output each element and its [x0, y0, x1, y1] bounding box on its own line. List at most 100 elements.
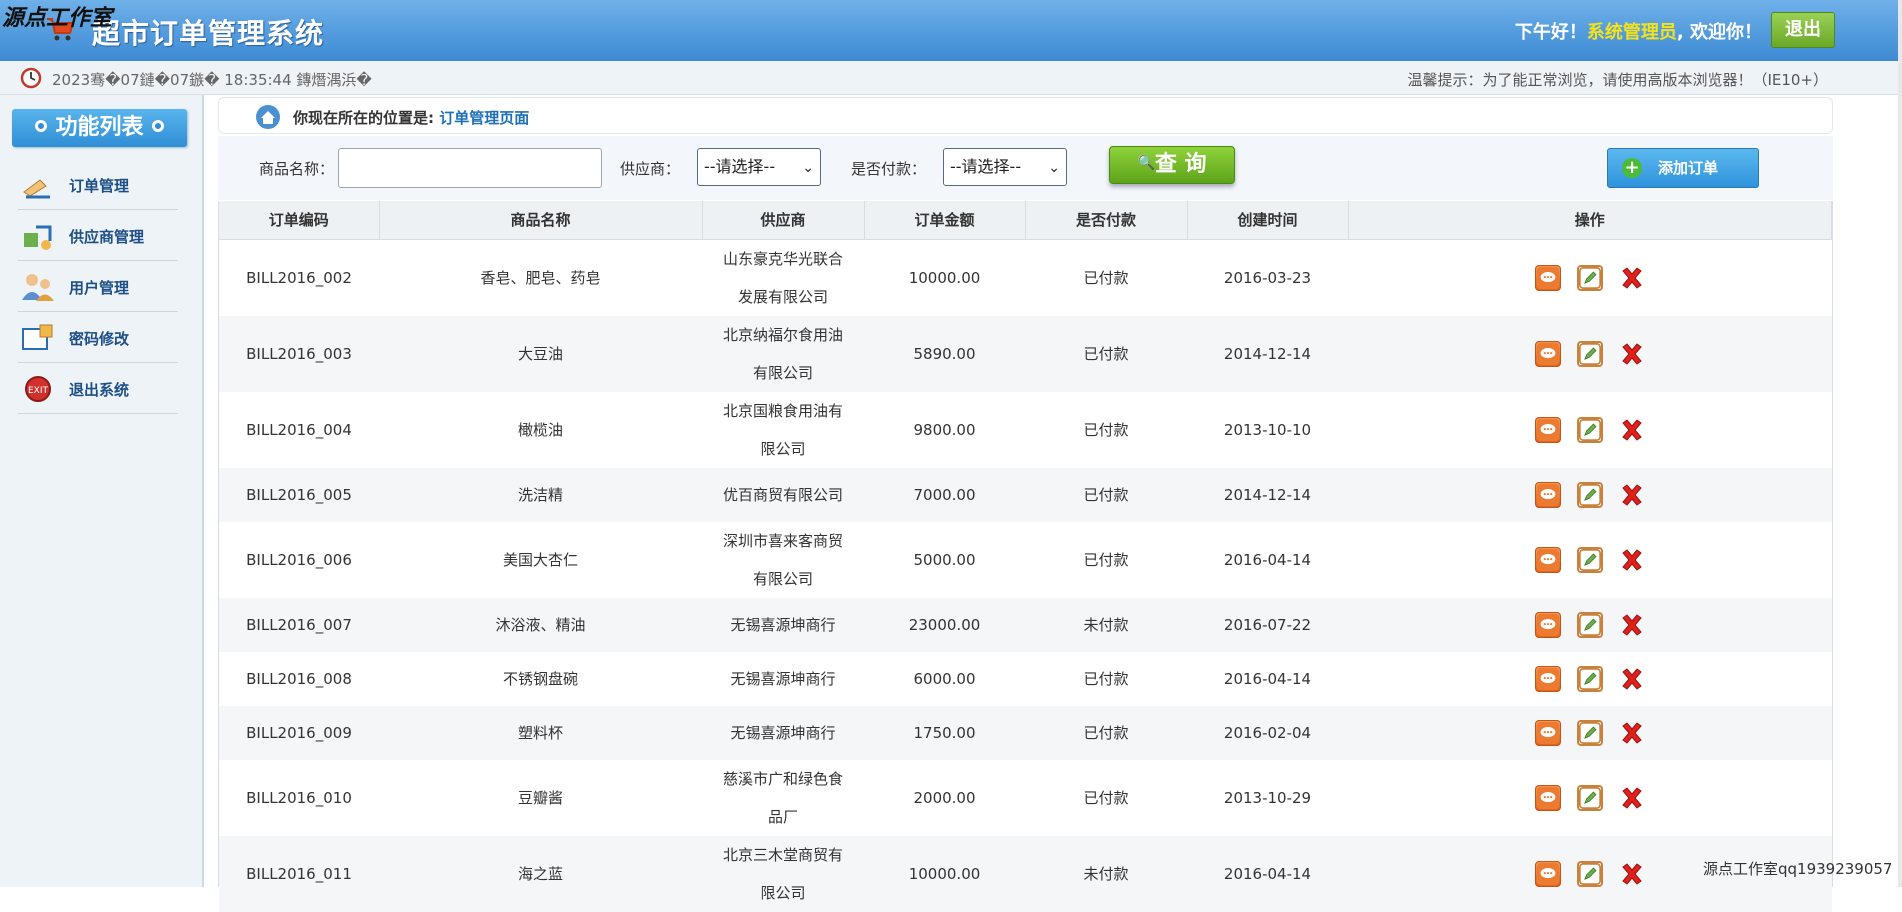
delete-icon[interactable]: [1619, 861, 1645, 887]
view-icon[interactable]: [1534, 546, 1561, 573]
edit-icon[interactable]: [1576, 665, 1603, 692]
svg-text:EXIT: EXIT: [28, 386, 49, 396]
table-header-row: 订单编码 商品名称 供应商 订单金额 是否付款 创建时间 操作: [219, 201, 1832, 240]
cell-paid: 已付款: [1083, 421, 1129, 439]
breadcrumb-current[interactable]: 订单管理页面: [439, 109, 529, 127]
table-row: BILL2016_005 洗洁精 优百商贸有限公司 7000.00 已付款 2014-12…: [219, 467, 1832, 522]
app-header: 超市订单管理系统 源点工作室 下午好！系统管理员, 欢迎你！ 退出: [0, 0, 1902, 61]
delete-icon[interactable]: [1619, 547, 1645, 573]
sidebar-item-orders[interactable]: 订单管理: [18, 159, 178, 210]
cell-paid: 已付款: [1083, 670, 1129, 688]
sidebar-item-suppliers[interactable]: 供应商管理: [18, 210, 178, 261]
view-icon[interactable]: [1534, 719, 1561, 746]
col-header-amount[interactable]: 订单金额: [864, 201, 1026, 240]
table-row: BILL2016_009 塑料杯 无锡喜源坤商行 1750.00 已付款 2016-02-…: [219, 705, 1832, 760]
delete-icon[interactable]: [1619, 666, 1645, 692]
view-icon[interactable]: [1534, 481, 1561, 508]
plus-icon: +: [1622, 158, 1642, 178]
cell-product: 豆瓣酱: [517, 789, 563, 807]
cell-supplier: 无锡喜源坤商行: [730, 669, 836, 688]
table-row: BILL2016_006 美国大杏仁 深圳市喜来客商贸有限公司 5000.00 已付款 2…: [219, 522, 1832, 598]
delete-icon[interactable]: [1619, 482, 1645, 508]
cell-code: BILL2016_003: [219, 315, 379, 392]
add-order-button[interactable]: + 添加订单: [1607, 148, 1759, 188]
cell-paid: 已付款: [1025, 315, 1187, 392]
view-icon[interactable]: [1534, 860, 1561, 887]
scrollbar[interactable]: [1898, 0, 1902, 887]
paid-select[interactable]: --请选择-- ⌄: [943, 148, 1067, 186]
cell-product: 海之蓝: [379, 835, 702, 912]
sidebar-item-users[interactable]: 用户管理: [18, 261, 178, 312]
col-header-product[interactable]: 商品名称: [379, 201, 703, 240]
col-header-date[interactable]: 创建时间: [1187, 201, 1349, 240]
supplier-select[interactable]: --请选择-- ⌄: [697, 148, 821, 186]
cell-paid: 已付款: [1083, 269, 1129, 287]
home-icon: [256, 105, 280, 129]
cell-supplier: 无锡喜源坤商行: [702, 705, 864, 760]
query-button-label: 查 询: [1154, 152, 1207, 177]
col-header-code[interactable]: 订单编码: [219, 201, 380, 240]
product-name-input[interactable]: [338, 148, 602, 188]
query-button[interactable]: 🔍查 询: [1109, 146, 1235, 184]
footer-watermark: 源点工作室qq1939239057: [1703, 860, 1893, 878]
cell-supplier: 北京三木堂商贸有限公司: [702, 835, 864, 912]
delete-icon[interactable]: [1619, 265, 1645, 291]
view-icon[interactable]: [1534, 665, 1561, 692]
browser-tip: 温馨提示：为了能正常浏览，请使用高版本浏览器！（IE10+）: [1407, 71, 1828, 89]
bullet-icon: [35, 120, 48, 132]
sidebar-item-exit[interactable]: EXIT 退出系统: [18, 363, 178, 414]
cell-code: BILL2016_008: [246, 669, 352, 688]
col-header-paid[interactable]: 是否付款: [1025, 201, 1188, 240]
delete-icon[interactable]: [1619, 720, 1645, 746]
delete-icon[interactable]: [1619, 785, 1645, 811]
cell-code: BILL2016_004: [246, 420, 352, 439]
sidebar-item-label: 密码修改: [69, 330, 130, 348]
cell-product: 橄榄油: [517, 421, 563, 439]
cell-supplier: 山东豪克华光联合发展有限公司: [722, 249, 843, 306]
edit-icon[interactable]: [1576, 264, 1603, 291]
chevron-down-icon: ⌄: [1048, 160, 1060, 176]
edit-icon[interactable]: [1576, 860, 1603, 887]
table-row: BILL2016_007 沐浴液、精油 无锡喜源坤商行 23000.00 未付款 2016…: [219, 597, 1832, 652]
delete-icon[interactable]: [1619, 417, 1645, 443]
cell-paid: 未付款: [1025, 835, 1187, 912]
cell-actions: [1348, 522, 1832, 598]
view-icon[interactable]: [1534, 340, 1561, 367]
cell-code: BILL2016_009: [219, 705, 379, 760]
edit-icon[interactable]: [1576, 416, 1603, 443]
cell-code: BILL2016_006: [246, 550, 352, 569]
sidebar-item-label: 退出系统: [69, 381, 130, 399]
table-row: BILL2016_010 豆瓣酱 慈溪市广和绿色食品厂 2000.00 已付款 2013-…: [219, 760, 1832, 836]
view-icon[interactable]: [1534, 784, 1561, 811]
delete-icon[interactable]: [1619, 341, 1645, 367]
delete-icon[interactable]: [1619, 612, 1645, 638]
edit-icon[interactable]: [1576, 611, 1603, 638]
col-header-supplier[interactable]: 供应商: [702, 201, 865, 240]
logout-button[interactable]: 退出: [1771, 12, 1835, 48]
greeting-prefix: 下午好！: [1514, 22, 1587, 43]
user-role: 系统管理员: [1586, 22, 1677, 43]
sidebar-item-password[interactable]: 密码修改: [18, 312, 178, 363]
cell-amount: 2000.00: [913, 788, 976, 807]
watermark-text: 源点工作室: [2, 5, 113, 31]
sidebar-item-label: 订单管理: [69, 177, 130, 195]
view-icon[interactable]: [1534, 264, 1561, 291]
sidebar-item-label: 用户管理: [69, 279, 130, 297]
search-bar: 商品名称： 供应商： --请选择-- ⌄ 是否付款： --请选择-- ⌄ 🔍查 …: [218, 136, 1833, 200]
app-title: 超市订单管理系统: [92, 17, 325, 50]
cell-product: 塑料杯: [379, 705, 702, 760]
cell-supplier: 优百商贸有限公司: [702, 467, 864, 522]
view-icon[interactable]: [1534, 416, 1561, 443]
supplier-label: 供应商：: [620, 160, 681, 178]
magnifier-icon: 🔍: [1137, 155, 1155, 171]
cell-date: 2016-04-14: [1187, 835, 1348, 912]
edit-icon[interactable]: [1576, 546, 1603, 573]
edit-icon[interactable]: [1576, 784, 1603, 811]
edit-icon[interactable]: [1576, 340, 1603, 367]
edit-icon[interactable]: [1576, 719, 1603, 746]
table-row: BILL2016_004 橄榄油 北京国粮食用油有限公司 9800.00 已付款 2013…: [219, 392, 1832, 468]
sidebar-menu: 订单管理 供应商管理 用户管理 密码修改 EXIT 退出系统: [18, 159, 178, 414]
function-list-heading: 功能列表: [12, 109, 187, 147]
view-icon[interactable]: [1534, 611, 1561, 638]
edit-icon[interactable]: [1576, 481, 1603, 508]
